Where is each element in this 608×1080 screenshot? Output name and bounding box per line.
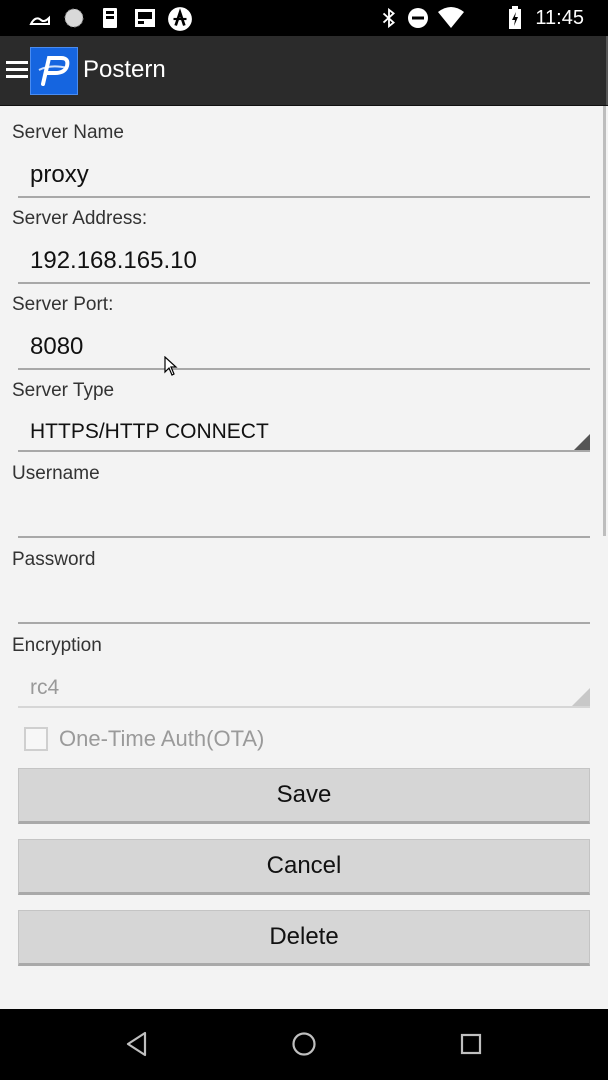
app-title: Postern	[83, 56, 166, 83]
server-address-field[interactable]: 192.168.165.10	[18, 242, 590, 282]
status-bar: 11:45	[0, 0, 608, 36]
home-circle-icon[interactable]	[290, 1030, 318, 1058]
cast-icon	[29, 15, 50, 25]
encryption-label: Encryption	[12, 635, 102, 656]
save-button[interactable]: Save	[18, 768, 590, 824]
username-label: Username	[12, 463, 100, 484]
ota-checkbox	[24, 727, 48, 751]
back-triangle-icon[interactable]	[124, 1030, 150, 1058]
server-type-label: Server Type	[12, 380, 115, 401]
password-label: Password	[12, 549, 96, 570]
server-name-label: Server Name	[12, 122, 124, 143]
server-type-underline	[18, 450, 590, 452]
do-not-disturb-icon	[408, 8, 428, 28]
postern-logo-icon	[38, 56, 70, 86]
scrollbar[interactable]	[603, 106, 606, 536]
circle-icon	[64, 8, 84, 28]
server-port-underline	[18, 368, 590, 370]
navigation-bar	[0, 1009, 608, 1080]
sim-icon	[103, 8, 117, 28]
server-type-value[interactable]: HTTPS/HTTP CONNECT	[30, 420, 269, 444]
username-field[interactable]	[18, 496, 590, 536]
postern-logo	[30, 47, 78, 95]
server-type-spinner[interactable]: HTTPS/HTTP CONNECT	[18, 412, 590, 452]
app-bar: Postern	[0, 36, 608, 106]
bluetooth-icon	[382, 7, 395, 29]
status-clock: 11:45	[535, 7, 584, 29]
server-port-field[interactable]: 8080	[18, 328, 590, 368]
encryption-spinner: rc4	[18, 668, 590, 708]
dropdown-arrow-icon	[572, 688, 590, 706]
encryption-value: rc4	[30, 676, 60, 699]
screenshot-icon	[135, 9, 155, 27]
battery-charging-icon	[509, 6, 521, 29]
server-form: Server Name proxy Server Address: 192.16…	[0, 106, 608, 1009]
server-port-label: Server Port:	[12, 294, 114, 315]
hamburger-icon[interactable]	[6, 61, 28, 81]
ota-label: One-Time Auth(OTA)	[59, 726, 265, 751]
wifi-icon	[438, 7, 464, 28]
delete-button[interactable]: Delete	[18, 910, 590, 966]
server-address-underline	[18, 282, 590, 284]
recents-square-icon[interactable]	[459, 1030, 483, 1058]
mouse-cursor-icon	[164, 356, 178, 376]
password-underline	[18, 622, 590, 624]
server-port-value[interactable]: 8080	[30, 333, 83, 361]
username-underline	[18, 536, 590, 538]
server-name-underline	[18, 196, 590, 198]
server-name-value[interactable]: proxy	[30, 161, 89, 189]
password-field[interactable]	[18, 582, 590, 622]
android-debug-icon	[168, 7, 192, 31]
server-name-field[interactable]: proxy	[18, 156, 590, 196]
server-address-value[interactable]: 192.168.165.10	[30, 247, 197, 275]
cancel-button[interactable]: Cancel	[18, 839, 590, 895]
encryption-underline	[18, 706, 590, 708]
server-address-label: Server Address:	[12, 208, 148, 229]
